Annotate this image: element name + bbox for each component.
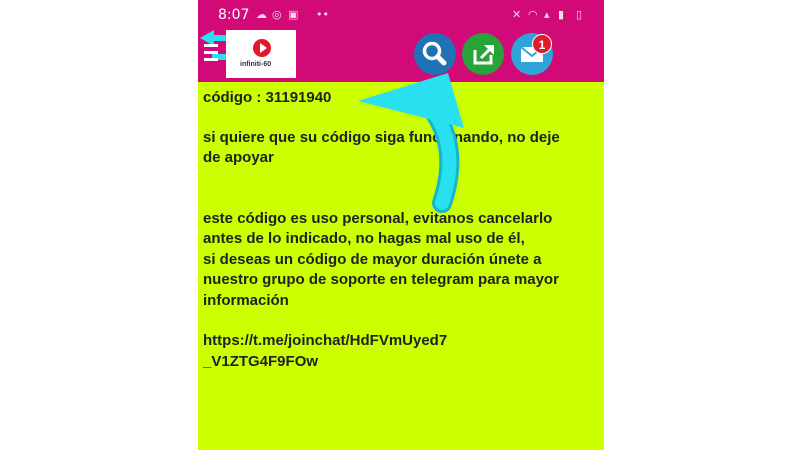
telegram-link[interactable]: https://t.me/joinchat/HdFVmUyed7 _V1ZTG4… <box>203 331 599 372</box>
info-text: este código es uso personal, evitanos ca… <box>203 209 559 309</box>
support-text: si quiere que su código siga funcionando… <box>203 128 560 167</box>
search-icon <box>422 41 447 66</box>
message-content: código : 31191940 si quiere que su códig… <box>203 88 599 372</box>
weather-icon: ☁ <box>256 8 267 21</box>
play-logo-icon <box>253 39 271 57</box>
app-logo[interactable]: infiniti-60 <box>226 30 296 78</box>
status-time: 8:07 <box>218 7 250 23</box>
more-dots-icon: •• <box>316 8 329 21</box>
notification-badge: 1 <box>532 34 552 54</box>
battery-icon: ▯ <box>576 8 583 21</box>
mute-icon: ✕ <box>512 8 522 21</box>
app-bar: infiniti-60 1 <box>198 30 604 82</box>
wifi-icon: ◠ <box>528 8 538 21</box>
lte-signal-icon: ▴ <box>544 8 550 21</box>
hamburger-icon <box>204 44 218 47</box>
image-icon: ▣ <box>288 8 299 21</box>
logo-text: infiniti-60 <box>240 61 272 68</box>
share-icon <box>473 45 494 65</box>
menu-button[interactable] <box>204 44 218 66</box>
search-button[interactable] <box>414 33 456 75</box>
whatsapp-icon: ◎ <box>272 8 282 21</box>
phone-screen: 8:07 ☁ ◎ ▣ •• ✕ ◠ ▴ ▮ ▯ infiniti-60 1 có… <box>198 0 604 450</box>
share-button[interactable] <box>462 33 504 75</box>
code-text: código : 31191940 <box>203 89 332 106</box>
signal-icon: ▮ <box>558 8 565 21</box>
status-bar: 8:07 ☁ ◎ ▣ •• ✕ ◠ ▴ ▮ ▯ <box>198 0 604 30</box>
